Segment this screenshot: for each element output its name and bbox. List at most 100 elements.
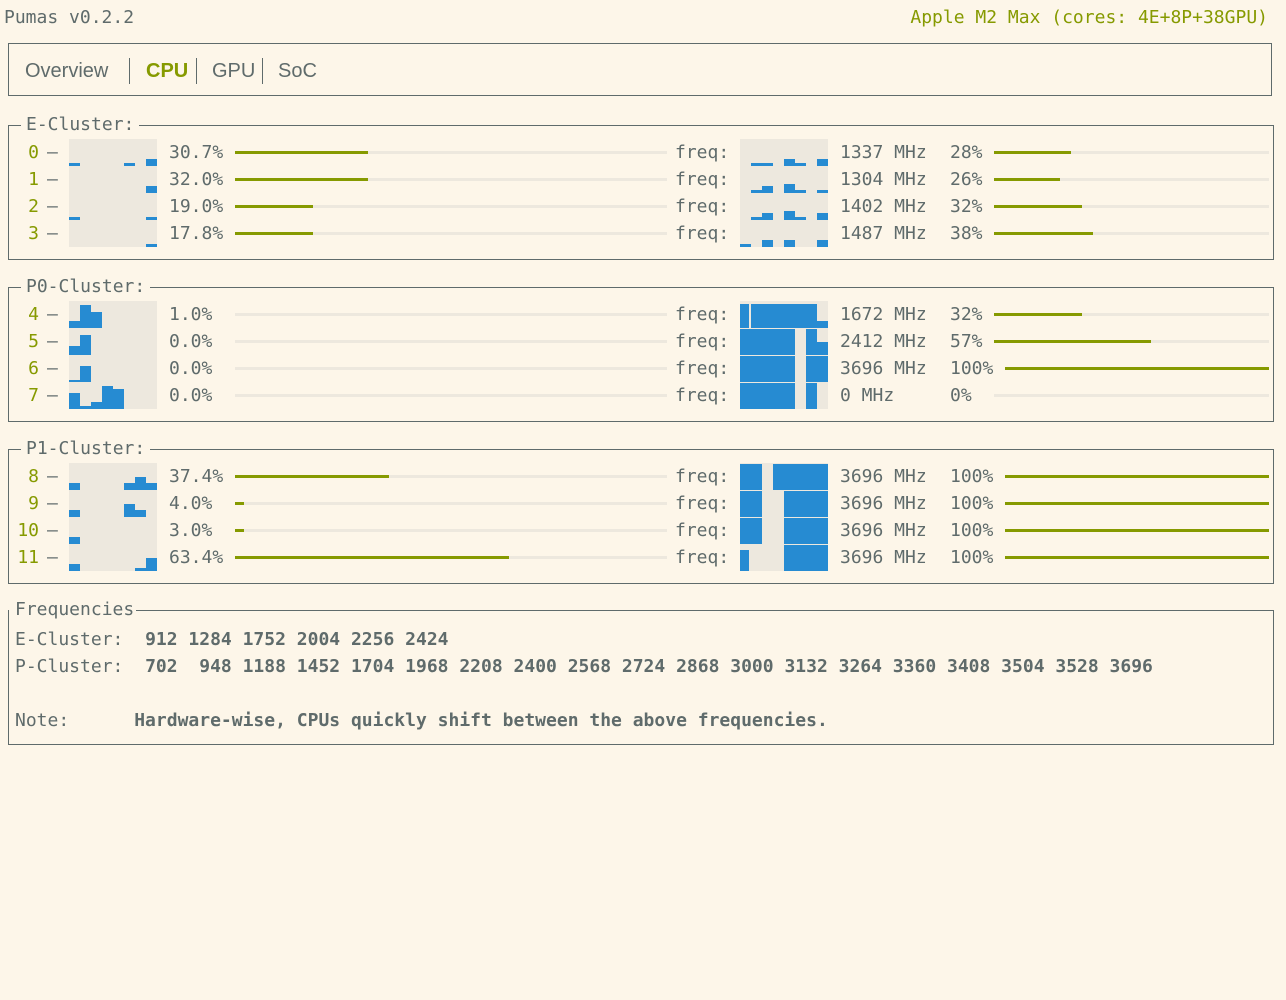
sparkline-bar xyxy=(817,213,828,220)
freq-label: freq: xyxy=(675,358,730,379)
core-id: 1 xyxy=(28,169,39,190)
dash-separator: – xyxy=(47,196,58,217)
sparkline-bar xyxy=(124,504,135,517)
sparkline-bar xyxy=(762,383,773,409)
freq-mhz: 1304 MHz xyxy=(840,169,927,190)
dash-separator: – xyxy=(47,223,58,244)
sparkline-bar xyxy=(784,211,795,220)
dash-separator: – xyxy=(47,385,58,406)
sparkline-bar xyxy=(69,393,80,409)
cluster-title: P1-Cluster: xyxy=(21,439,151,459)
sparkline-bar xyxy=(146,558,157,571)
core-id: 8 xyxy=(28,466,39,487)
tab-soc[interactable]: SoC xyxy=(278,58,317,84)
frequencies-title: Frequencies xyxy=(9,600,137,620)
usage-percent: 37.4% xyxy=(169,466,224,487)
sparkline-bar xyxy=(124,483,135,490)
frequencies-panel: Frequencies E-Cluster: 912 1284 1752 200… xyxy=(8,600,1274,745)
freq-label: freq: xyxy=(675,331,730,352)
sparkline-bar xyxy=(740,518,751,544)
freq-label: freq: xyxy=(675,520,730,541)
tab-overview[interactable]: Overview xyxy=(25,58,108,84)
sparkline-bar xyxy=(806,518,817,544)
cluster-title: E-Cluster: xyxy=(21,115,140,135)
usage-percent: 0.0% xyxy=(169,331,213,352)
freq-mhz: 1487 MHz xyxy=(840,223,927,244)
dash-separator: – xyxy=(47,547,58,568)
usage-percent: 1.0% xyxy=(169,304,213,325)
freq-mhz: 1672 MHz xyxy=(840,304,927,325)
core-row: 4– 1.0% freq: 1672 MHz 32% xyxy=(9,301,1273,328)
sparkline-bar xyxy=(102,386,113,409)
usage-gauge-fill xyxy=(235,151,368,154)
sparkline-bar xyxy=(806,329,817,355)
sparkline-bar xyxy=(784,356,795,382)
sparkline-bar xyxy=(69,346,80,355)
usage-sparkline xyxy=(69,193,157,220)
tab-gpu[interactable]: GPU xyxy=(212,58,255,84)
freq-percent: 32% xyxy=(950,196,983,217)
sparkline-bar xyxy=(762,240,773,247)
sparkline-bar xyxy=(806,464,817,490)
core-row: 1– 32.0% freq: 1304 MHz 26% xyxy=(9,166,1273,193)
sparkline-bar xyxy=(795,545,806,571)
sparkline-bar xyxy=(784,304,795,328)
sparkline-bar xyxy=(740,550,749,571)
freq-sparkline xyxy=(740,490,828,517)
freq-gauge-fill xyxy=(994,178,1060,181)
freq-sparkline xyxy=(740,139,828,166)
sparkline-bar xyxy=(740,383,751,409)
core-row: 3– 17.8% freq: 1487 MHz 38% xyxy=(9,220,1273,247)
usage-gauge xyxy=(235,151,667,154)
sparkline-bar xyxy=(740,356,751,382)
sparkline-bar xyxy=(806,383,817,409)
sparkline-bar xyxy=(795,518,806,544)
sparkline-bar xyxy=(784,464,795,490)
freq-percent: 26% xyxy=(950,169,983,190)
usage-sparkline xyxy=(69,355,157,382)
core-row: 11– 63.4% freq: 3696 MHz 100% xyxy=(9,544,1273,571)
core-row: 6– 0.0% freq: 3696 MHz 100% xyxy=(9,355,1273,382)
freq-gauge-fill xyxy=(1005,556,1269,559)
sparkline-bar xyxy=(146,244,157,247)
tab-cpu[interactable]: CPU xyxy=(146,58,188,84)
note-text: Hardware-wise, CPUs quickly shift betwee… xyxy=(134,710,828,731)
core-id: 0 xyxy=(28,142,39,163)
sparkline-bar xyxy=(817,356,828,382)
usage-gauge-fill xyxy=(235,205,313,208)
usage-gauge-fill xyxy=(235,475,390,478)
chip-info: Apple M2 Max (cores: 4E+8P+38GPU) xyxy=(910,7,1268,28)
sparkline-bar xyxy=(740,491,751,517)
freq-gauge-fill xyxy=(994,151,1071,154)
sparkline-bar xyxy=(80,305,91,328)
usage-percent: 63.4% xyxy=(169,547,224,568)
dash-separator: – xyxy=(47,142,58,163)
freq-gauge xyxy=(994,232,1269,235)
sparkline-bar xyxy=(784,240,795,247)
freq-gauge xyxy=(994,394,1269,397)
core-id: 5 xyxy=(28,331,39,352)
dash-separator: – xyxy=(47,493,58,514)
usage-gauge-fill xyxy=(235,178,368,181)
usage-sparkline xyxy=(69,139,157,166)
cluster-title: P0-Cluster: xyxy=(21,277,151,297)
note-label: Note: xyxy=(15,710,70,731)
freq-gauge xyxy=(994,178,1269,181)
sparkline-bar xyxy=(740,304,749,328)
core-row: 9– 4.0% freq: 3696 MHz 100% xyxy=(9,490,1273,517)
sparkline-bar xyxy=(795,304,806,328)
usage-sparkline xyxy=(69,220,157,247)
usage-sparkline xyxy=(69,490,157,517)
freq-label: freq: xyxy=(675,385,730,406)
freq-percent: 57% xyxy=(950,331,983,352)
tab-divider xyxy=(196,58,197,84)
sparkline-bar xyxy=(146,186,157,193)
p-cluster-freq-values: 702 948 1188 1452 1704 1968 2208 2400 25… xyxy=(145,656,1153,677)
freq-percent: 100% xyxy=(950,358,994,379)
usage-gauge xyxy=(235,502,667,505)
freq-percent: 38% xyxy=(950,223,983,244)
usage-sparkline xyxy=(69,544,157,571)
sparkline-bar xyxy=(817,240,828,247)
p-cluster-freq-label: P-Cluster: xyxy=(15,656,124,677)
sparkline-bar xyxy=(751,491,762,517)
